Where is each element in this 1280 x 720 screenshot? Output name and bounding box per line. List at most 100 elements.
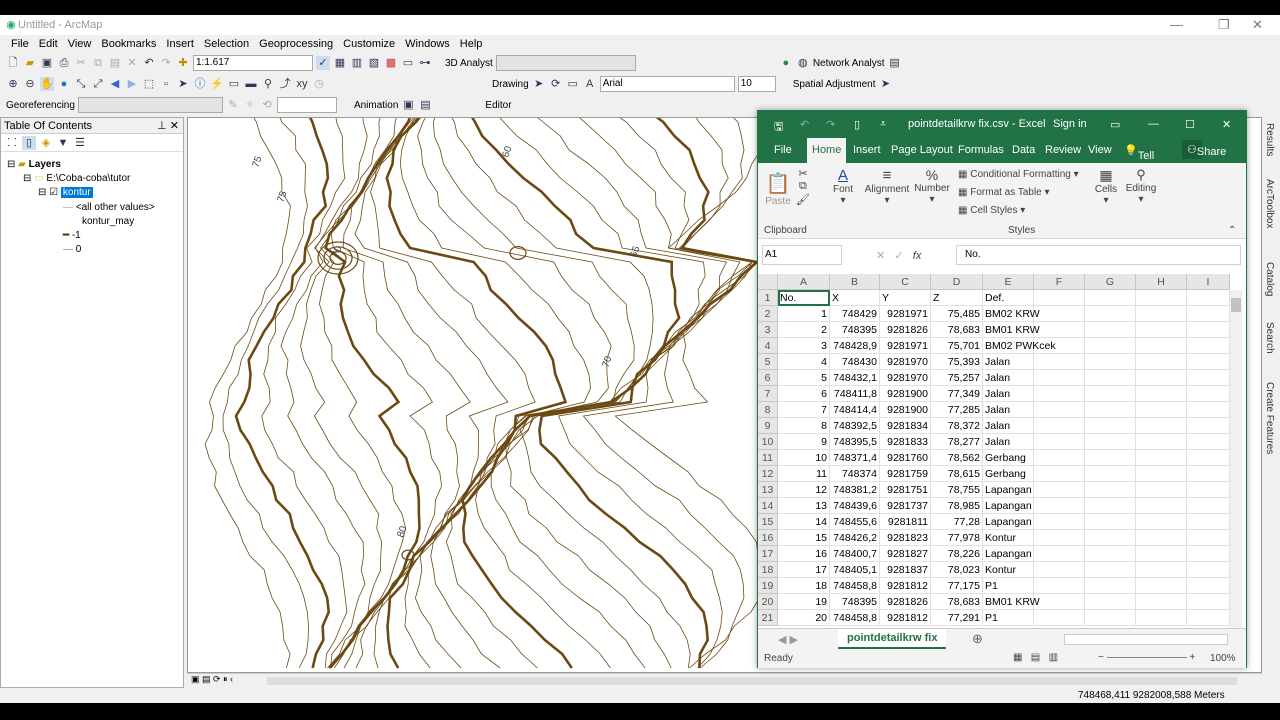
cell[interactable]: 14: [778, 514, 830, 530]
cell[interactable]: [1136, 610, 1187, 626]
column-header[interactable]: C: [880, 274, 931, 290]
cell[interactable]: P1: [983, 578, 1034, 594]
cell[interactable]: 748458,8: [830, 610, 880, 626]
cell[interactable]: 11: [778, 466, 830, 482]
cell[interactable]: 17: [778, 562, 830, 578]
cell[interactable]: [1187, 338, 1230, 354]
list-by-drawing-order-icon[interactable]: ⸬: [5, 136, 19, 150]
cell[interactable]: [1034, 290, 1085, 306]
drawing-dropdown[interactable]: Drawing: [492, 79, 529, 90]
cell[interactable]: [1136, 482, 1187, 498]
cell[interactable]: 15: [778, 530, 830, 546]
cell[interactable]: [1034, 306, 1085, 322]
cell[interactable]: 9281811: [880, 514, 931, 530]
copy-icon[interactable]: ⧉: [91, 56, 105, 70]
cell[interactable]: Lapangan: [983, 514, 1034, 530]
row-header[interactable]: 12: [758, 466, 778, 482]
tell-me[interactable]: 💡 Tell me: [1124, 144, 1154, 174]
cell[interactable]: [1085, 562, 1136, 578]
cell[interactable]: 9281812: [880, 578, 931, 594]
close-button[interactable]: ✕: [1252, 17, 1263, 33]
formula-input[interactable]: No.: [956, 245, 1241, 265]
cell[interactable]: 748455,6: [830, 514, 880, 530]
cell[interactable]: 9281833: [880, 434, 931, 450]
cell[interactable]: [1085, 434, 1136, 450]
row-header[interactable]: 19: [758, 578, 778, 594]
layers-node[interactable]: ⊟ ▰ Layers: [7, 158, 61, 171]
cell[interactable]: [1187, 610, 1230, 626]
arctoolbox-icon[interactable]: ▩: [384, 56, 398, 70]
select-element-icon[interactable]: ➤: [532, 77, 546, 91]
cell[interactable]: Jalan: [983, 402, 1034, 418]
cell[interactable]: [1085, 450, 1136, 466]
font-button[interactable]: A Font ▾: [828, 167, 858, 206]
cell[interactable]: 75,257: [931, 370, 983, 386]
forward-icon[interactable]: ▶: [125, 77, 139, 91]
redo-icon[interactable]: ↷: [159, 56, 173, 70]
menu-geoprocessing[interactable]: Geoprocessing: [254, 36, 338, 52]
georef-layer-select[interactable]: [77, 97, 223, 113]
cell[interactable]: [1085, 578, 1136, 594]
column-header[interactable]: H: [1136, 274, 1187, 290]
cell[interactable]: Gerbang: [983, 466, 1034, 482]
cell[interactable]: 78,615: [931, 466, 983, 482]
horizontal-scrollbar[interactable]: [1064, 634, 1228, 645]
scroll-track[interactable]: [267, 677, 1237, 685]
rectangle-icon[interactable]: ▭: [566, 77, 580, 91]
zoom-in-icon[interactable]: ⊕: [6, 77, 20, 91]
find-route-icon[interactable]: ⤴: [278, 77, 292, 91]
column-header[interactable]: F: [1034, 274, 1085, 290]
conditional-formatting-button[interactable]: ▦ Conditional Formatting ▾: [958, 169, 1079, 180]
cell[interactable]: [1136, 322, 1187, 338]
maximize-button[interactable]: ❐: [1218, 17, 1230, 33]
cell[interactable]: 748439,6: [830, 498, 880, 514]
menu-windows[interactable]: Windows: [400, 36, 455, 52]
cell[interactable]: 9281760: [880, 450, 931, 466]
cell[interactable]: [1187, 418, 1230, 434]
tab-catalog[interactable]: Catalog: [1264, 262, 1275, 296]
time-slider-icon[interactable]: ◷: [312, 77, 326, 91]
cell[interactable]: [1034, 370, 1085, 386]
cell[interactable]: [1034, 322, 1085, 338]
cell[interactable]: 748400,7: [830, 546, 880, 562]
cell[interactable]: 78,226: [931, 546, 983, 562]
cell[interactable]: Jalan: [983, 370, 1034, 386]
cell[interactable]: 748395: [830, 594, 880, 610]
toc-close-icon[interactable]: ⊥ ✕: [157, 118, 179, 134]
cell[interactable]: [1187, 434, 1230, 450]
python-window-icon[interactable]: ▭: [401, 56, 415, 70]
cell[interactable]: Z: [931, 290, 983, 306]
pan-icon[interactable]: ✋: [40, 77, 54, 91]
select-elements-icon[interactable]: ➤: [176, 77, 190, 91]
list-by-selection-icon[interactable]: ▼: [56, 136, 70, 150]
georeferencing-dropdown[interactable]: Georeferencing: [6, 100, 75, 111]
cell[interactable]: [1085, 482, 1136, 498]
cell[interactable]: 9281751: [880, 482, 931, 498]
cell[interactable]: [1136, 402, 1187, 418]
cell[interactable]: 75,701: [931, 338, 983, 354]
row-header[interactable]: 2: [758, 306, 778, 322]
cell[interactable]: 748432,1: [830, 370, 880, 386]
cell[interactable]: 9281759: [880, 466, 931, 482]
cell[interactable]: Def.: [983, 290, 1034, 306]
cell[interactable]: 3: [778, 338, 830, 354]
cell[interactable]: [1187, 514, 1230, 530]
options-icon[interactable]: ☰: [73, 136, 87, 150]
column-header[interactable]: B: [830, 274, 880, 290]
network-analyst-dropdown[interactable]: Network Analyst: [813, 58, 885, 69]
html-popup-icon[interactable]: ▭: [227, 77, 241, 91]
menu-bookmarks[interactable]: Bookmarks: [96, 36, 161, 52]
scale-input[interactable]: 1:1.617: [193, 55, 313, 71]
tab-view[interactable]: View: [1088, 144, 1112, 156]
network-icon[interactable]: ◍: [796, 56, 810, 70]
redo-icon[interactable]: ↷: [826, 118, 835, 131]
cell[interactable]: 9281971: [880, 338, 931, 354]
cell[interactable]: P1: [983, 610, 1034, 626]
cell[interactable]: 748381,2: [830, 482, 880, 498]
zoom-out-icon[interactable]: ⊖: [23, 77, 37, 91]
cell[interactable]: 748392,5: [830, 418, 880, 434]
cell[interactable]: 2: [778, 322, 830, 338]
hyperlink-icon[interactable]: ⚡: [210, 77, 224, 91]
cell[interactable]: [1136, 466, 1187, 482]
cell[interactable]: [1187, 466, 1230, 482]
